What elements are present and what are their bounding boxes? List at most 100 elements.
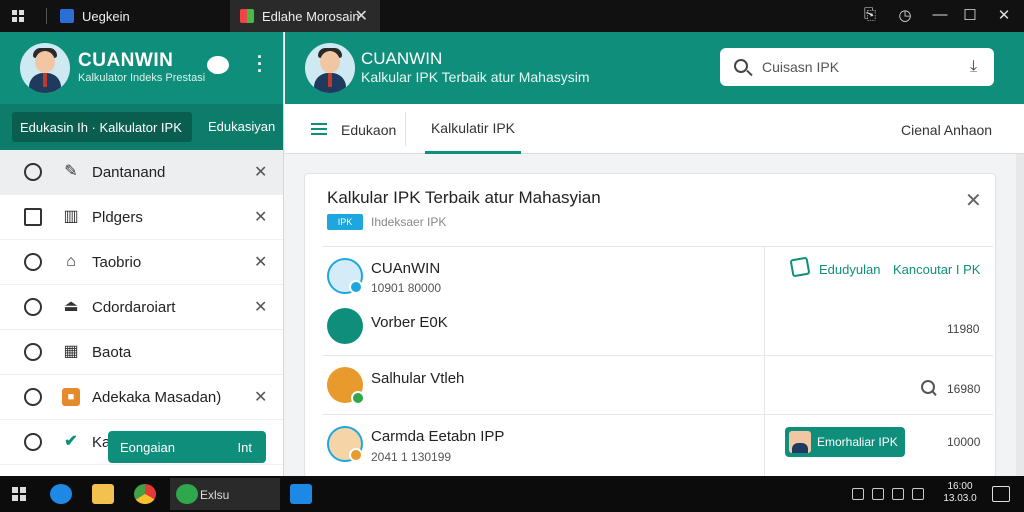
card-close-icon[interactable]: ✕ (965, 188, 982, 213)
remove-icon[interactable]: ✕ (254, 387, 267, 407)
building-icon: ▥ (63, 208, 79, 225)
sidebar-brand: CUANWIN (78, 50, 174, 71)
nav-right-link[interactable]: Cienal Anhaon (901, 122, 992, 138)
browser-icon[interactable] (50, 484, 72, 504)
row-title[interactable]: CUAnWIN (371, 260, 440, 277)
sidebar-item-label: Adekaka Masadan) (92, 388, 222, 406)
nav-bar: Edukaon Kalkulatir IPK Cienal Anhaon (285, 104, 1024, 154)
main-header: CUANWIN Kalkular IPK Terbaik atur Mahasy… (285, 32, 1024, 104)
app-icon[interactable] (176, 484, 198, 504)
sidebar-item-dantanand[interactable]: ✎ Dantanand ✕ (0, 150, 283, 195)
tray-chevron-icon[interactable] (852, 488, 864, 500)
chat-icon[interactable] (207, 56, 229, 74)
browser-tab-2[interactable]: Edlahe Morosain ✕ (230, 0, 380, 32)
remove-icon[interactable]: ✕ (254, 297, 267, 317)
browser-tab-1[interactable]: Uegkein (52, 2, 227, 30)
card-title: Kalkular IPK Terbaik atur Mahasyian (327, 188, 601, 207)
avatar[interactable] (305, 43, 355, 93)
compass-icon[interactable] (327, 258, 363, 294)
tab-close-icon[interactable]: ✕ (355, 6, 368, 26)
help-icon (24, 343, 42, 361)
page-subtitle: Kalkular IPK Terbaik atur Mahasysim (361, 69, 590, 85)
mail-icon[interactable] (290, 484, 312, 504)
remove-icon[interactable]: ✕ (254, 252, 267, 272)
ipk-badge: IPK (327, 214, 363, 230)
tab-edukasiyan[interactable]: Edukasiyan (208, 119, 275, 134)
search-input[interactable] (762, 56, 952, 78)
trash-icon: ⌂ (66, 253, 76, 270)
remove-icon[interactable]: ✕ (254, 162, 267, 182)
taskbar-active-label: Exlsu (200, 488, 230, 502)
bottom-action-button[interactable]: Eongaian Int (108, 431, 266, 463)
row-divider (323, 355, 993, 356)
sidebar-item-adekaka[interactable]: ■ Adekaka Masadan) ✕ (0, 375, 283, 420)
avatar (789, 431, 811, 453)
orange-app-icon: ■ (62, 388, 80, 406)
folder-icon[interactable] (92, 484, 114, 504)
status-label: Edudyulan (819, 262, 881, 277)
sidebar-item-pldgers[interactable]: ▥ Pldgers ✕ (0, 195, 283, 240)
more-options-icon[interactable]: · · · (256, 48, 264, 80)
download-icon[interactable]: ⤓ (970, 58, 977, 76)
search-icon[interactable] (734, 59, 748, 73)
row-title[interactable]: Salhular Vtleh (371, 370, 464, 387)
tab-edukaon[interactable]: Edukaon (341, 122, 396, 138)
user-search-icon[interactable] (921, 380, 935, 394)
row-title[interactable]: Vorber E0K (371, 314, 448, 331)
eject-icon: ⏏ (63, 298, 79, 315)
bottom-action-label: Eongaian (120, 439, 175, 455)
sidebar-item-label: Cdordaroiart (92, 298, 176, 316)
clock[interactable]: 16:00 13.03.0 (936, 481, 984, 505)
notification-icon[interactable] (992, 486, 1010, 502)
menu-icon[interactable] (311, 123, 327, 135)
volume-icon[interactable] (892, 488, 904, 500)
battery-icon[interactable] (912, 488, 924, 500)
card-icon (24, 208, 42, 226)
badge-label: Ihdeksaer IPK (371, 215, 447, 229)
maximize-icon[interactable]: ☐ (960, 6, 980, 24)
card-column-divider (764, 246, 765, 477)
title-separator (46, 8, 47, 24)
value-text: 10000 (947, 435, 981, 449)
page-title: CUANWIN (361, 49, 443, 68)
minimize-icon[interactable]: — (930, 6, 950, 23)
sidebar-item-label: Dantanand (92, 163, 166, 181)
share-icon[interactable]: ⎘ (860, 6, 880, 23)
value-text: 16980 (947, 382, 981, 396)
clock-icon (24, 163, 42, 181)
window-close-icon[interactable]: ✕ (994, 6, 1014, 24)
row-title[interactable]: Carmda Eetabn IPP (371, 428, 504, 445)
coin-icon[interactable] (327, 367, 365, 405)
avatar[interactable] (20, 43, 70, 93)
nav-divider (405, 112, 406, 146)
sidebar-item-label: Pldgers (92, 208, 143, 226)
value-text: 11980 (947, 322, 980, 336)
calculator-icon: ▦ (63, 343, 79, 360)
network-icon[interactable] (872, 488, 884, 500)
person-icon[interactable] (327, 426, 363, 462)
history-icon[interactable]: ◷ (895, 6, 915, 24)
row-divider (323, 414, 993, 415)
chat-bubble-icon[interactable] (327, 308, 363, 344)
windows-logo-icon[interactable] (12, 10, 24, 22)
help-icon (24, 253, 42, 271)
sidebar-item-baota[interactable]: ▦ Baota (0, 330, 283, 375)
tab-kalkulator-ipk[interactable]: Kalkulatir IPK (425, 104, 521, 154)
calculate-ipk-label: Emorhaliar IPK (817, 435, 898, 449)
remove-icon[interactable]: ✕ (254, 207, 267, 227)
sidebar: CUANWIN Kalkulator Indeks Prestasi · · · E… (0, 32, 284, 476)
help-icon (24, 433, 42, 451)
tab-edukasi-kalkulator[interactable]: Edukasin Ih · Kalkulator IPK (12, 112, 192, 142)
calculate-ipk-button[interactable]: Emorhaliar IPK (785, 427, 905, 457)
tab-favicon-icon (60, 9, 74, 23)
card-divider (323, 246, 993, 247)
windows-start-icon[interactable] (12, 487, 26, 501)
status-check-icon (789, 256, 811, 278)
scrollbar[interactable] (1016, 154, 1024, 476)
sidebar-item-label: Baota (92, 343, 132, 361)
sidebar-item-cdordaroiart[interactable]: ⏏ Cdordaroiart ✕ (0, 285, 283, 330)
check-icon: ✔ (64, 433, 78, 450)
sidebar-item-taobrio[interactable]: ⌂ Taobrio ✕ (0, 240, 283, 285)
help-icon (24, 388, 42, 406)
chrome-icon[interactable] (134, 484, 156, 504)
